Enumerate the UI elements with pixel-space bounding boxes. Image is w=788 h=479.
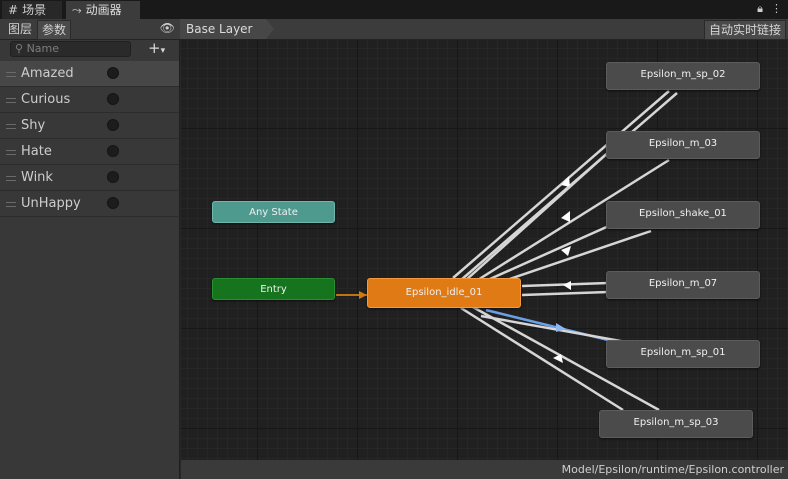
transition-idle-to-shake-01[interactable] [480,223,612,285]
state-node[interactable]: Epsilon_m_sp_02 [606,62,760,90]
controller-path: Model/Epsilon/runtime/Epsilon.controller [181,460,788,479]
trigger-toggle[interactable] [107,197,119,209]
parameter-row[interactable]: Curious [0,87,179,113]
add-parameter-button[interactable]: +▾ [148,39,165,57]
parameter-name[interactable]: Shy [21,113,45,138]
drag-handle-icon[interactable] [6,176,16,181]
state-node[interactable]: Epsilon_m_sp_01 [606,340,760,368]
parameter-name[interactable]: UnHappy [21,191,81,216]
parameter-name[interactable]: Wink [21,165,53,190]
transition-idle-to-m-sp-02[interactable] [452,90,670,279]
transition-arrow [359,291,367,299]
parameter-name[interactable]: Hate [21,139,52,164]
panel-header: 图层 参数 👁︎ [0,19,180,40]
parameter-row[interactable]: UnHappy [0,191,179,217]
transition-arrow [561,211,570,222]
parameter-row[interactable]: Shy [0,113,179,139]
tab-layers[interactable]: 图层 [4,20,36,38]
parameter-row[interactable]: Hate [0,139,179,165]
entry-node[interactable]: Entry [212,278,335,300]
state-node[interactable]: Epsilon_m_03 [606,131,760,159]
trigger-toggle[interactable] [107,171,119,183]
grid-icon: # [8,3,19,17]
any-state-node[interactable]: Any State [212,201,335,223]
parameter-row[interactable]: Amazed [0,61,179,87]
window-tab-bar: # 场景 ⤳ 动画器 🔒︎ ⋮ [0,0,788,19]
search-icon: ⚲ [15,42,24,55]
trigger-toggle[interactable] [107,67,119,79]
search-input[interactable]: ⚲ Name [10,41,131,57]
tab-scene[interactable]: # 场景 [2,1,62,19]
transition-m-07-to-idle[interactable] [521,290,609,297]
search-placeholder: Name [26,42,60,55]
breadcrumb-base-layer[interactable]: Base Layer [180,19,266,39]
breadcrumb-arrow [266,19,274,39]
parameter-row[interactable]: Wink [0,165,179,191]
transition-arrow [563,281,571,290]
tab-parameters[interactable]: 参数 [37,20,72,40]
tab-animator-label: 动画器 [85,3,122,17]
drag-handle-icon[interactable] [6,72,16,77]
drag-handle-icon[interactable] [6,124,16,129]
parameter-name[interactable]: Curious [21,87,70,112]
state-node[interactable]: Epsilon_m_sp_03 [599,410,753,438]
state-node[interactable]: Epsilon_shake_01 [606,201,760,229]
chevron-down-icon: ▾ [160,46,166,56]
default-state-node[interactable]: Epsilon_idle_01 [367,278,521,308]
parameters-panel: 图层 参数 👁︎ ⚲ Name +▾ Amazed Curious Shy Ha… [0,19,180,479]
animator-icon: ⤳ [72,3,82,17]
drag-handle-icon[interactable] [6,150,16,155]
more-options-icon[interactable]: ⋮ [771,2,782,16]
animator-graph-canvas[interactable]: Any State Entry Epsilon_idle_01 Epsilon_… [181,40,788,460]
auto-live-link-button[interactable]: 自动实时链接 [703,20,786,40]
graph-toolbar: Base Layer 自动实时链接 [180,19,788,40]
trigger-toggle[interactable] [107,145,119,157]
drag-handle-icon[interactable] [6,202,16,207]
parameter-list: Amazed Curious Shy Hate Wink UnHappy [0,61,179,217]
eye-icon[interactable]: 👁︎ [160,21,175,35]
parameter-name[interactable]: Amazed [21,61,74,86]
trigger-toggle[interactable] [107,119,119,131]
transition-idle-to-m-03[interactable] [465,149,612,281]
state-node[interactable]: Epsilon_m_07 [606,271,760,299]
trigger-toggle[interactable] [107,93,119,105]
transition-arrow [561,176,570,187]
lock-icon[interactable]: 🔒︎ [757,2,763,16]
tab-scene-label: 场景 [22,3,47,17]
drag-handle-icon[interactable] [6,98,16,103]
transition-wires [336,90,678,412]
plus-icon: + [148,39,161,57]
tab-animator[interactable]: ⤳ 动画器 [66,1,140,19]
